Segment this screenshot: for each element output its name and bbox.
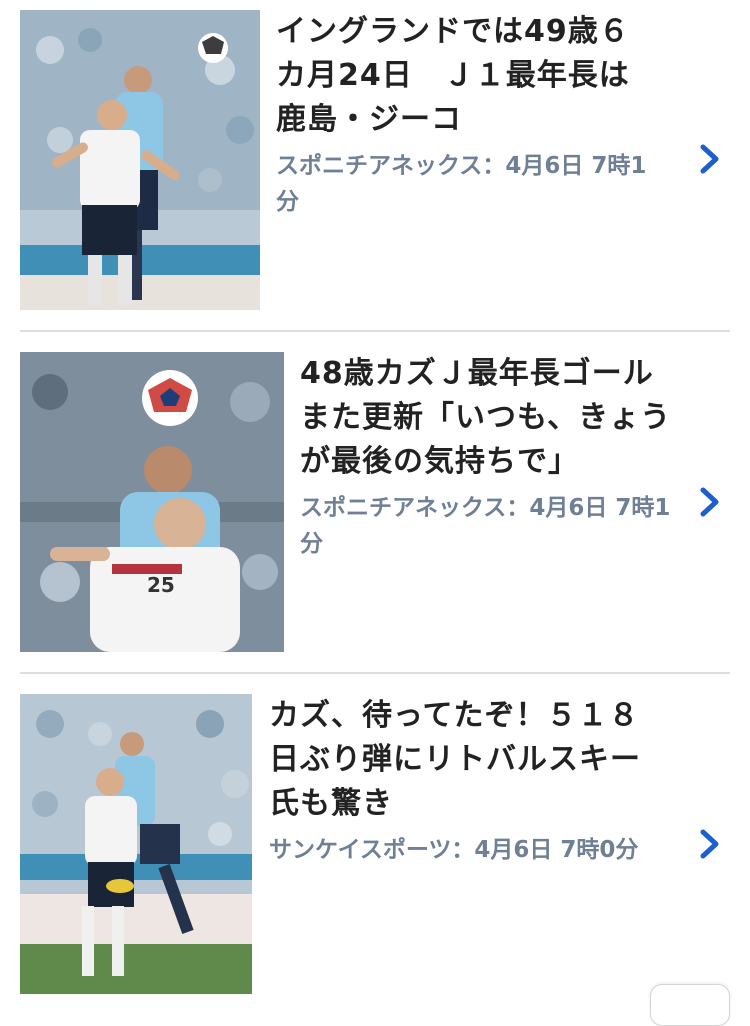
article-item[interactable]: カズ、待ってたぞ！５１８日ぶり弾にリトバルスキー氏も驚き サンケイスポーツ：4月… [0,694,750,1006]
article-text: イングランドでは49歳６カ月24日 Ｊ１最年長は鹿島・ジーコ スポニチアネックス… [276,10,656,220]
floating-button[interactable] [650,984,730,1026]
article-title: カズ、待ってたぞ！５１８日ぶり弾にリトバルスキー氏も驚き [269,698,641,821]
chevron-right-icon [700,144,719,174]
meta-separator: ： [482,153,506,179]
article-meta: スポニチアネックス：4月6日 7時1分 [300,490,680,562]
article-text: 48歳カズＪ最年長ゴールまた更新「いつも、きょうが最後の気持ちで」 スポニチアネ… [300,352,680,562]
meta-separator: ： [506,495,530,521]
article-meta: スポニチアネックス：4月6日 7時1分 [276,148,656,220]
article-title: 48歳カズＪ最年長ゴールまた更新「いつも、きょうが最後の気持ちで」 [300,356,672,479]
chevron-right-icon [700,487,719,517]
article-thumbnail [20,10,260,310]
article-source: スポニチアネックス [300,495,507,521]
chevron-right-icon [700,829,719,859]
article-meta: サンケイスポーツ：4月6日 7時0分 [269,832,664,868]
article-item[interactable]: イングランドでは49歳６カ月24日 Ｊ１最年長は鹿島・ジーコ スポニチアネックス… [0,10,750,322]
divider [20,672,730,674]
article-source: スポニチアネックス [276,153,483,179]
divider [20,330,730,332]
article-time: 4月6日 7時0分 [474,837,639,863]
article-item[interactable]: 25 48歳カズＪ最年長ゴールまた更新「いつも、きょうが最後の気持ちで」 スポニ… [0,352,750,664]
meta-separator: ： [451,837,475,863]
article-thumbnail [20,694,252,994]
article-source: サンケイスポーツ [269,837,452,863]
article-title: イングランドでは49歳６カ月24日 Ｊ１最年長は鹿島・ジーコ [276,14,630,137]
svg-text:25: 25 [147,573,175,597]
article-thumbnail: 25 [20,352,284,652]
article-text: カズ、待ってたぞ！５１８日ぶり弾にリトバルスキー氏も驚き サンケイスポーツ：4月… [269,694,664,868]
